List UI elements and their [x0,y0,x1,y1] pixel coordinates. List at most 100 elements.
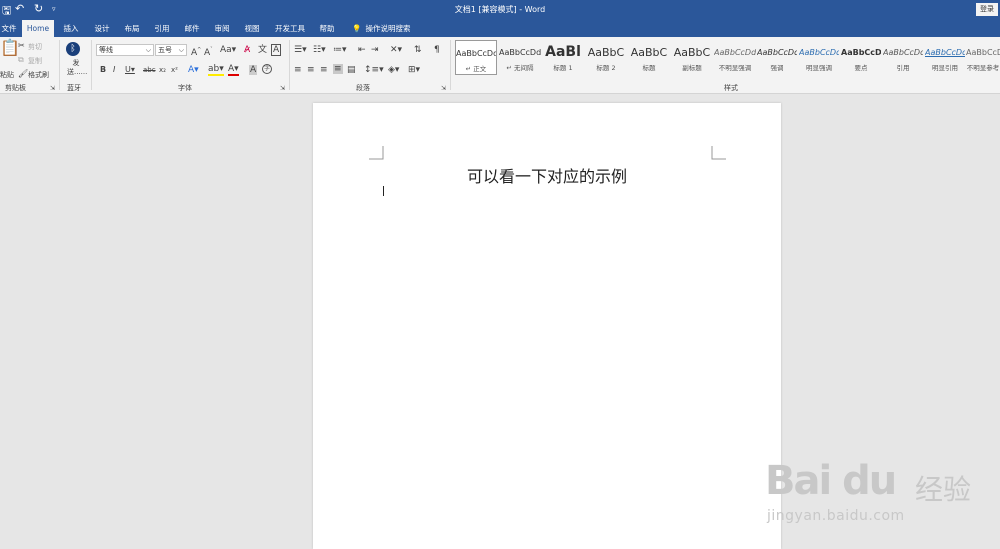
sort-icon[interactable]: ⇅ [414,45,422,55]
style-quote[interactable]: AaBbCcDd 引用 [883,40,923,75]
tab-review[interactable]: 审阅 [209,20,235,37]
style-name: ↵ 正文 [465,65,487,73]
tab-mailings[interactable]: 邮件 [179,20,205,37]
title-bar: 🖫 ↶ ↻ ▿ 文档1 [兼容模式] - Word 登录 [0,0,1000,20]
tab-developer[interactable]: 开发工具 [272,20,308,37]
group-divider [59,40,60,90]
numbering-icon[interactable]: ☷▾ [313,45,326,55]
character-shading-icon[interactable]: A [249,65,258,75]
style-name: 标题 [642,64,656,72]
line-spacing-icon[interactable]: ↕≡▾ [364,65,384,75]
align-center-icon[interactable]: ≡ [307,65,315,75]
document-text[interactable]: 可以看一下对应的示例 [313,163,781,187]
tab-home[interactable]: Home [22,20,54,37]
dialog-launcher-icon[interactable]: ⇲ [441,84,446,94]
document-page[interactable]: 可以看一下对应的示例 [313,103,781,549]
highlight-icon[interactable]: ab▾ [208,64,224,76]
align-right-icon[interactable]: ≡ [320,65,328,75]
style-intense-emphasis[interactable]: AaBbCcDd 明显强调 [799,40,839,75]
text-cursor [383,186,384,196]
paste-icon[interactable]: 📋 [0,40,20,56]
borders-icon[interactable]: ⊞▾ [408,65,420,75]
ribbon: 📋 粘贴 ✂ 剪切 ⧉ 复制 🖌 格式刷 剪贴板 ⇲ ᛒ 发送...... 蓝牙… [0,37,1000,94]
style-no-spacing[interactable]: AaBbCcDd ↵ 无间隔 [499,40,541,75]
style-title[interactable]: AaBbC 标题 [628,40,670,75]
style-name: 标题 1 [553,64,573,72]
style-emphasis[interactable]: AaBbCcDd 强调 [757,40,797,75]
margin-corner-top-left [369,146,384,160]
font-size-value: 五号 [158,46,172,54]
increase-indent-icon[interactable]: ⇥ [371,45,379,55]
shading-icon[interactable]: ◈▾ [388,65,399,75]
cut-button[interactable]: 剪切 [28,42,42,52]
tab-file[interactable]: 文件 [0,20,20,37]
style-normal[interactable]: AaBbCcDd ↵ 正文 [455,40,497,75]
enclose-characters-icon[interactable]: 字 [262,64,272,74]
style-sample: AaBbC [630,46,668,59]
bluetooth-icon[interactable]: ᛒ [66,42,80,56]
format-painter-icon[interactable]: 🖌 [18,69,28,79]
tab-view[interactable]: 视图 [239,20,265,37]
copy-icon[interactable]: ⧉ [18,55,24,65]
style-subtle-emphasis[interactable]: AaBbCcDd 不明显强调 [714,40,756,75]
style-name: 强调 [770,64,784,72]
style-subtitle[interactable]: AaBbC 副标题 [671,40,713,75]
clear-formatting-icon[interactable]: A̷ [244,45,250,55]
style-sample: AaBl [545,44,581,60]
justify-icon[interactable]: ≡ [333,64,343,74]
ribbon-tabs: 文件 Home 插入 设计 布局 引用 邮件 审阅 视图 开发工具 帮助 💡 操… [0,20,1000,37]
bluetooth-send-button[interactable]: 发送...... [67,59,87,77]
style-sample: AaBbCcDd [966,48,1000,57]
styles-group-label: 样式 [724,84,738,92]
strikethrough-icon[interactable]: abc [143,65,156,75]
paragraph-group-label: 段落 [356,84,370,92]
dialog-launcher-icon[interactable]: ⇲ [280,84,285,94]
decrease-indent-icon[interactable]: ⇤ [358,45,366,55]
align-left-icon[interactable]: ≡ [294,65,302,75]
cut-icon[interactable]: ✂ [18,41,25,51]
distributed-icon[interactable]: ▤ [347,65,356,75]
style-strong[interactable]: AaBbCcDd 要点 [841,40,881,75]
italic-icon[interactable]: I [113,65,115,75]
character-border-icon[interactable]: A [271,44,282,56]
tab-insert[interactable]: 插入 [58,20,84,37]
shrink-font-icon[interactable]: Aˇ [204,45,213,58]
tab-help[interactable]: 帮助 [314,20,340,37]
group-divider [450,40,451,90]
watermark-jingyan: 经验 [915,473,972,506]
chinese-layout-icon[interactable]: ✕▾ [390,45,402,55]
style-name: 明显引用 [932,64,958,72]
font-color-icon[interactable]: A▾ [228,64,239,76]
tab-layout[interactable]: 布局 [119,20,145,37]
style-heading-2[interactable]: AaBbC 标题 2 [585,40,627,75]
multilevel-list-icon[interactable]: ≔▾ [333,45,347,55]
style-heading-1[interactable]: AaBl 标题 1 [542,40,584,75]
login-button[interactable]: 登录 [976,3,998,16]
underline-icon[interactable]: U▾ [125,65,135,75]
subscript-icon[interactable]: x₂ [159,65,166,75]
bullets-icon[interactable]: ☰▾ [294,45,307,55]
superscript-icon[interactable]: x² [171,65,178,75]
style-sample: AaBbCcDd [841,48,881,57]
style-subtle-reference[interactable]: AaBbCcDd 不明显参考 [966,40,1000,75]
copy-button[interactable]: 复制 [28,56,42,66]
font-size-select[interactable]: 五号 ⌵ [155,44,187,56]
bold-icon[interactable]: B [100,65,106,75]
watermark-url: jingyan.baidu.com [767,508,905,524]
style-name: 不明显强调 [718,64,752,72]
dialog-launcher-icon[interactable]: ⇲ [50,84,55,94]
change-case-icon[interactable]: Aa▾ [220,45,236,55]
text-effects-icon[interactable]: A▾ [188,65,199,75]
phonetic-guide-icon[interactable]: 文 [258,45,267,55]
font-name-select[interactable]: 等线 ⌵ [96,44,154,56]
style-sample: AaBbC [587,46,625,59]
tab-references[interactable]: 引用 [149,20,175,37]
grow-font-icon[interactable]: A^ [191,45,201,58]
paste-button[interactable]: 粘贴 [0,70,14,80]
format-painter-button[interactable]: 格式刷 [28,70,49,80]
style-name: 标题 2 [596,64,616,72]
tab-design[interactable]: 设计 [89,20,115,37]
tell-me-search[interactable]: 操作说明搜索 [364,20,412,37]
show-marks-icon[interactable]: ¶ [434,45,440,55]
style-intense-quote[interactable]: AaBbCcDd 明显引用 [925,40,965,75]
